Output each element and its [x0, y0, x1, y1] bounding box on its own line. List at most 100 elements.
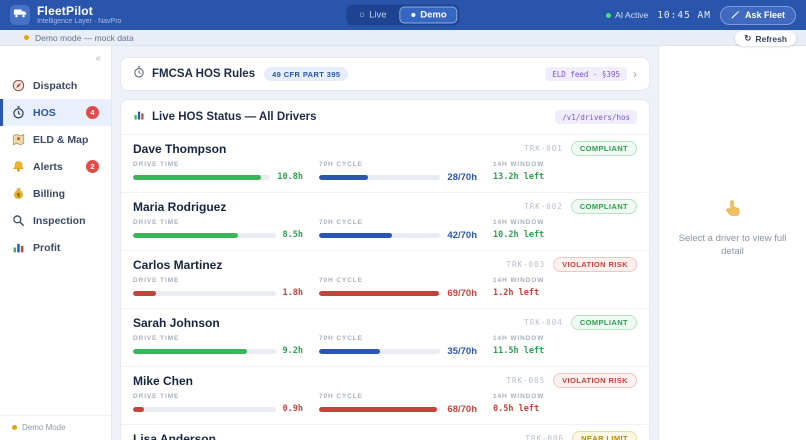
- svg-text:$: $: [17, 192, 21, 198]
- window-label: 14H WINDOW: [493, 219, 637, 226]
- window-value: 1.2h left: [493, 288, 637, 298]
- driver-row[interactable]: Maria Rodriguez TRK-002 COMPLIANT DRIVE …: [121, 193, 649, 251]
- truck-id: TRK-005: [507, 376, 546, 385]
- detail-hint-text: Select a driver to view full detail: [673, 232, 792, 259]
- truck-id: TRK-002: [524, 202, 563, 211]
- truck-icon: [13, 6, 27, 25]
- driver-detail-panel: Select a driver to view full detail: [658, 46, 806, 440]
- status-badge: COMPLIANT: [571, 315, 637, 330]
- drive-time-label: DRIVE TIME: [133, 161, 303, 168]
- cycle-bar: [319, 233, 440, 238]
- bell-icon: [12, 160, 25, 173]
- cycle-bar: [319, 407, 440, 412]
- window-value: 10.2h left: [493, 230, 637, 240]
- demo-banner-text: Demo mode — mock data: [35, 33, 134, 43]
- driver-row[interactable]: Lisa Anderson TRK-006 NEAR LIMIT DRIVE T…: [121, 425, 649, 440]
- sidebar-footer: Demo Mode: [0, 415, 111, 440]
- toggle-demo[interactable]: ● Demo: [400, 7, 458, 24]
- status-badge: COMPLIANT: [571, 141, 637, 156]
- ai-status: AI Active: [606, 10, 648, 20]
- fmcsa-rules-card[interactable]: FMCSA HOS Rules 49 CFR PART 395 ELD feed…: [120, 57, 650, 91]
- bar-chart-icon: [133, 108, 145, 126]
- sidebar-item-label: Alerts: [33, 161, 63, 173]
- rules-card-title: FMCSA HOS Rules: [152, 68, 255, 80]
- cycle-value: 69/70h: [447, 288, 477, 299]
- window-value: 0.5h left: [493, 404, 637, 414]
- sidebar-item-label: Inspection: [33, 215, 86, 227]
- sidebar: « Dispatch HOS 4 ELD & Map Alerts 2 $: [0, 46, 112, 440]
- status-badge: VIOLATION RISK: [553, 257, 637, 272]
- ask-fleet-button[interactable]: Ask Fleet: [720, 6, 796, 25]
- cycle-label: 70H CYCLE: [319, 335, 477, 342]
- toggle-live-label: Live: [369, 10, 386, 21]
- drive-time-bar: [133, 233, 276, 238]
- sidebar-item-label: Profit: [33, 242, 60, 254]
- sidebar-item-label: Dispatch: [33, 80, 77, 92]
- wand-icon: [731, 10, 740, 21]
- driver-row[interactable]: Mike Chen TRK-005 VIOLATION RISK DRIVE T…: [121, 367, 649, 425]
- truck-id: TRK-003: [507, 260, 546, 269]
- sidebar-item-dispatch[interactable]: Dispatch: [0, 72, 111, 99]
- magnifier-icon: [12, 214, 25, 227]
- toggle-live[interactable]: ○ Live: [348, 7, 397, 24]
- sidebar-item-eld-map[interactable]: ELD & Map: [0, 126, 111, 153]
- driver-row[interactable]: Sarah Johnson TRK-004 COMPLIANT DRIVE TI…: [121, 309, 649, 367]
- main-content: FMCSA HOS Rules 49 CFR PART 395 ELD feed…: [112, 46, 658, 440]
- ai-status-label: AI Active: [615, 10, 648, 20]
- sidebar-item-label: Billing: [33, 188, 65, 200]
- drive-value: 8.5h: [283, 230, 303, 240]
- demo-mode-label: Demo Mode: [22, 423, 66, 432]
- sidebar-item-alerts[interactable]: Alerts 2: [0, 153, 111, 180]
- drive-time-label: DRIVE TIME: [133, 219, 303, 226]
- cycle-bar-fill: [319, 291, 439, 296]
- cycle-bar-fill: [319, 349, 380, 354]
- drive-bar-fill: [133, 233, 238, 238]
- window-label: 14H WINDOW: [493, 393, 637, 400]
- sidebar-item-inspection[interactable]: Inspection: [0, 207, 111, 234]
- cycle-bar: [319, 291, 440, 296]
- chevron-right-icon[interactable]: ›: [633, 68, 637, 80]
- sidebar-item-label: ELD & Map: [33, 134, 88, 146]
- collapse-sidebar-icon[interactable]: «: [95, 53, 101, 64]
- drive-bar-fill: [133, 349, 247, 354]
- cycle-value: 42/70h: [447, 230, 477, 241]
- sidebar-item-billing[interactable]: $ Billing: [0, 180, 111, 207]
- driver-row[interactable]: Carlos Martinez TRK-003 VIOLATION RISK D…: [121, 251, 649, 309]
- refresh-label: Refresh: [755, 34, 787, 44]
- chart-icon: [12, 241, 25, 254]
- hos-badge: 4: [86, 106, 99, 119]
- cycle-bar: [319, 175, 440, 180]
- window-label: 14H WINDOW: [493, 161, 637, 168]
- cycle-value: 28/70h: [447, 172, 477, 183]
- drive-value: 10.8h: [277, 172, 303, 182]
- drive-value: 9.2h: [283, 346, 303, 356]
- sidebar-item-hos[interactable]: HOS 4: [0, 99, 111, 126]
- sidebar-item-label: HOS: [33, 107, 56, 119]
- driver-name: Lisa Anderson: [133, 432, 216, 440]
- cycle-value: 68/70h: [447, 404, 477, 415]
- drive-time-bar: [133, 407, 276, 412]
- ai-active-dot: [606, 13, 611, 18]
- driver-name: Maria Rodriguez: [133, 200, 226, 214]
- cfr-badge: 49 CFR PART 395: [264, 67, 348, 81]
- refresh-icon: ↻: [744, 33, 751, 44]
- radio-off-icon: ○: [359, 10, 365, 21]
- toggle-demo-label: Demo: [420, 10, 446, 21]
- hos-status-card: Live HOS Status — All Drivers /v1/driver…: [120, 99, 650, 440]
- drive-time-bar: [133, 175, 270, 180]
- status-badge: VIOLATION RISK: [553, 373, 637, 388]
- sidebar-item-profit[interactable]: Profit: [0, 234, 111, 261]
- money-icon: $: [12, 187, 25, 200]
- drive-bar-fill: [133, 407, 144, 412]
- clock-icon: [12, 106, 25, 119]
- stopwatch-icon: [133, 65, 145, 83]
- app-header: FleetPilot Intelligence Layer · NavPro ○…: [0, 0, 806, 30]
- window-label: 14H WINDOW: [493, 335, 637, 342]
- ask-fleet-label: Ask Fleet: [745, 10, 785, 20]
- truck-id: TRK-006: [525, 434, 564, 440]
- drive-time-label: DRIVE TIME: [133, 277, 303, 284]
- eld-feed-tag: ELD feed · §395: [545, 67, 627, 81]
- driver-row[interactable]: Dave Thompson TRK-001 COMPLIANT DRIVE TI…: [121, 135, 649, 193]
- cycle-label: 70H CYCLE: [319, 277, 477, 284]
- refresh-button[interactable]: ↻ Refresh: [735, 31, 796, 46]
